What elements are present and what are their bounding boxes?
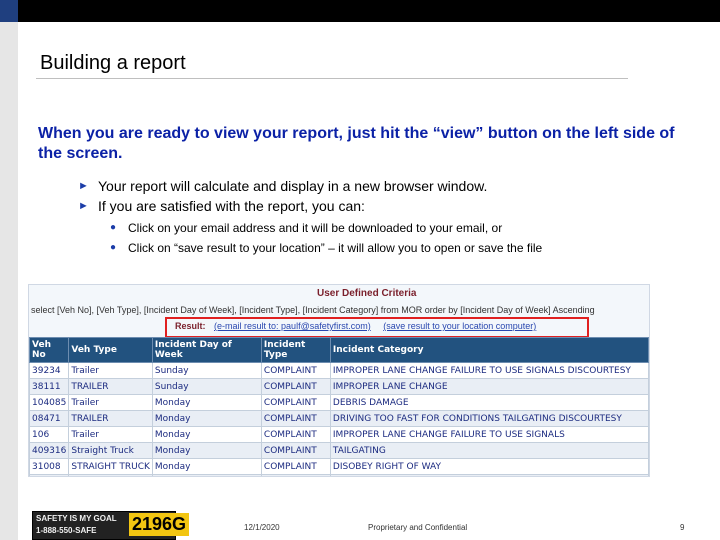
dot-bullet-icon: ● (110, 242, 117, 253)
sub-bullet-text: Click on “save result to your location” … (128, 241, 543, 255)
triangle-bullet-icon: ► (78, 200, 89, 212)
cell-incident-type: COMPLAINT (260, 394, 331, 411)
left-stripe (0, 22, 18, 540)
cell-veh-no: 000590 (29, 474, 70, 476)
logo-line-1: SAFETY IS MY GOAL (36, 514, 117, 523)
cell-day-of-week: Monday (151, 426, 262, 443)
logo-line-2: 1-888-550-SAFE (36, 526, 97, 535)
cell-veh-no: 106 (29, 426, 70, 443)
logo-number: 2196G (129, 513, 190, 536)
top-bar (18, 0, 720, 22)
sub-bullet-text: Click on your email address and it will … (128, 221, 503, 235)
footer-date: 12/1/2020 (244, 523, 280, 532)
cell-incident-type: COMPLAINT (260, 362, 331, 379)
cell-day-of-week: Monday (151, 442, 262, 459)
bullet-text: Your report will calculate and display i… (98, 178, 488, 194)
cell-incident-category: DISOBEY RIGHT OF WAY (329, 458, 649, 475)
cell-incident-type: COMPLAINT (260, 426, 331, 443)
cell-day-of-week: Monday (151, 474, 262, 476)
table-row: 000590TrailerMondayCOMPLAINTDISOBEY TRAF… (29, 474, 649, 476)
cell-veh-type: TRAILER (68, 410, 153, 427)
cell-veh-no: 409316 (29, 442, 70, 459)
bullet-list: ► Your report will calculate and display… (78, 176, 698, 258)
table-row: 104085 Trailer Monday COMPLAINT DEBRIS DAMAG… (29, 394, 649, 411)
cell-incident-category: IMPROPER LANE CHANGE FAILURE TO USE SIGN… (329, 362, 649, 379)
page-number: 9 (680, 523, 685, 532)
sub-bullet-item: ● Click on “save result to your location… (110, 238, 698, 258)
cell-veh-no: 38111 (29, 378, 70, 395)
cell-veh-no: 08471 (29, 410, 70, 427)
cell-veh-no: 39234 (29, 362, 70, 379)
criteria-title: User Defined Criteria (317, 288, 417, 299)
sub-bullet-item: ● Click on your email address and it wil… (110, 218, 698, 238)
cell-incident-category: DISOBEY TRAFFIC RULES (329, 474, 649, 476)
dot-bullet-icon: ● (110, 222, 117, 233)
cell-day-of-week: Monday (151, 410, 262, 427)
cell-veh-type: TRAILER (68, 378, 153, 395)
cell-day-of-week: Sunday (151, 362, 262, 379)
safety-logo: SAFETY IS MY GOAL 1-888-550-SAFE 2196G (32, 511, 190, 540)
cell-incident-category: IMPROPER LANE CHANGE (329, 378, 649, 395)
table-row: 31008 STRAIGHT TRUCK Monday COMPLAINT DISOBE… (29, 458, 649, 475)
triangle-bullet-icon: ► (78, 180, 89, 192)
cell-incident-category: TAILGATING (329, 442, 649, 459)
column-header-veh-type[interactable]: Veh Type (68, 337, 153, 363)
column-header-veh-no[interactable]: Veh No (29, 337, 70, 363)
email-result-link[interactable]: (e-mail result to: paulf@safetyfirst.com… (214, 321, 371, 331)
cell-incident-category: IMPROPER LANE CHANGE FAILURE TO USE SIGN… (329, 426, 649, 443)
report-table: Veh No Veh Type Incident Day of Week Inc… (29, 337, 649, 476)
lead-paragraph: When you are ready to view your report, … (38, 125, 675, 162)
footer-confidential: Proprietary and Confidential (368, 523, 468, 532)
table-row: 409316 Straight Truck Monday COMPLAINT TAILG… (29, 442, 649, 459)
column-header-day-of-week[interactable]: Incident Day of Week (151, 337, 262, 363)
cell-incident-category: DRIVING TOO FAST FOR CONDITIONS TAILGATI… (329, 410, 649, 427)
cell-incident-type: COMPLAINT (260, 474, 331, 476)
cell-veh-type: STRAIGHT TRUCK (68, 458, 153, 475)
bullet-text: If you are satisfied with the report, yo… (98, 198, 365, 214)
cell-veh-type: Trailer (68, 394, 153, 411)
report-screenshot: User Defined Criteria select [Veh No], [… (28, 284, 650, 477)
table-row: 39234 Trailer Sunday COMPLAINT IMPROPER LANE… (29, 362, 649, 379)
cell-veh-no: 31008 (29, 458, 70, 475)
bullet-item: ► If you are satisfied with the report, … (78, 196, 698, 216)
cell-day-of-week: Monday (151, 458, 262, 475)
cell-veh-no: 104085 (29, 394, 70, 411)
save-result-link[interactable]: (save result to your location computer) (383, 321, 536, 331)
top-bar-accent (0, 0, 18, 22)
table-header-row: Veh No Veh Type Incident Day of Week Inc… (29, 337, 649, 363)
cell-incident-type: COMPLAINT (260, 442, 331, 459)
cell-incident-category: DEBRIS DAMAGE (329, 394, 649, 411)
table-row: 08471 TRAILER Monday COMPLAINT DRIVING TOO F… (29, 410, 649, 427)
sub-bullet-list: ● Click on your email address and it wil… (110, 218, 698, 258)
title-divider (36, 78, 628, 79)
cell-incident-type: COMPLAINT (260, 410, 331, 427)
cell-day-of-week: Monday (151, 394, 262, 411)
bullet-item: ► Your report will calculate and display… (78, 176, 698, 196)
cell-incident-type: COMPLAINT (260, 458, 331, 475)
cell-veh-type: Trailer (68, 426, 153, 443)
sql-query: select [Veh No], [Veh Type], [Incident D… (31, 305, 595, 315)
result-line: Result: (e-mail result to: paulf@safetyf… (175, 321, 546, 331)
column-header-incident-type[interactable]: Incident Type (260, 337, 331, 363)
cell-incident-type: COMPLAINT (260, 378, 331, 395)
cell-veh-type: Trailer (68, 474, 153, 476)
cell-day-of-week: Sunday (151, 378, 262, 395)
slide-title: Building a report (40, 52, 186, 74)
table-row: 106 Trailer Monday COMPLAINT IMPROPER LANE C… (29, 426, 649, 443)
result-label: Result: (175, 321, 206, 331)
column-header-incident-category[interactable]: Incident Category (329, 337, 649, 363)
table-body: 39234 Trailer Sunday COMPLAINT IMPROPER LANE… (29, 362, 649, 476)
cell-veh-type: Trailer (68, 362, 153, 379)
table-row: 38111 TRAILER Sunday COMPLAINT IMPROPER LANE… (29, 378, 649, 395)
cell-veh-type: Straight Truck (68, 442, 153, 459)
